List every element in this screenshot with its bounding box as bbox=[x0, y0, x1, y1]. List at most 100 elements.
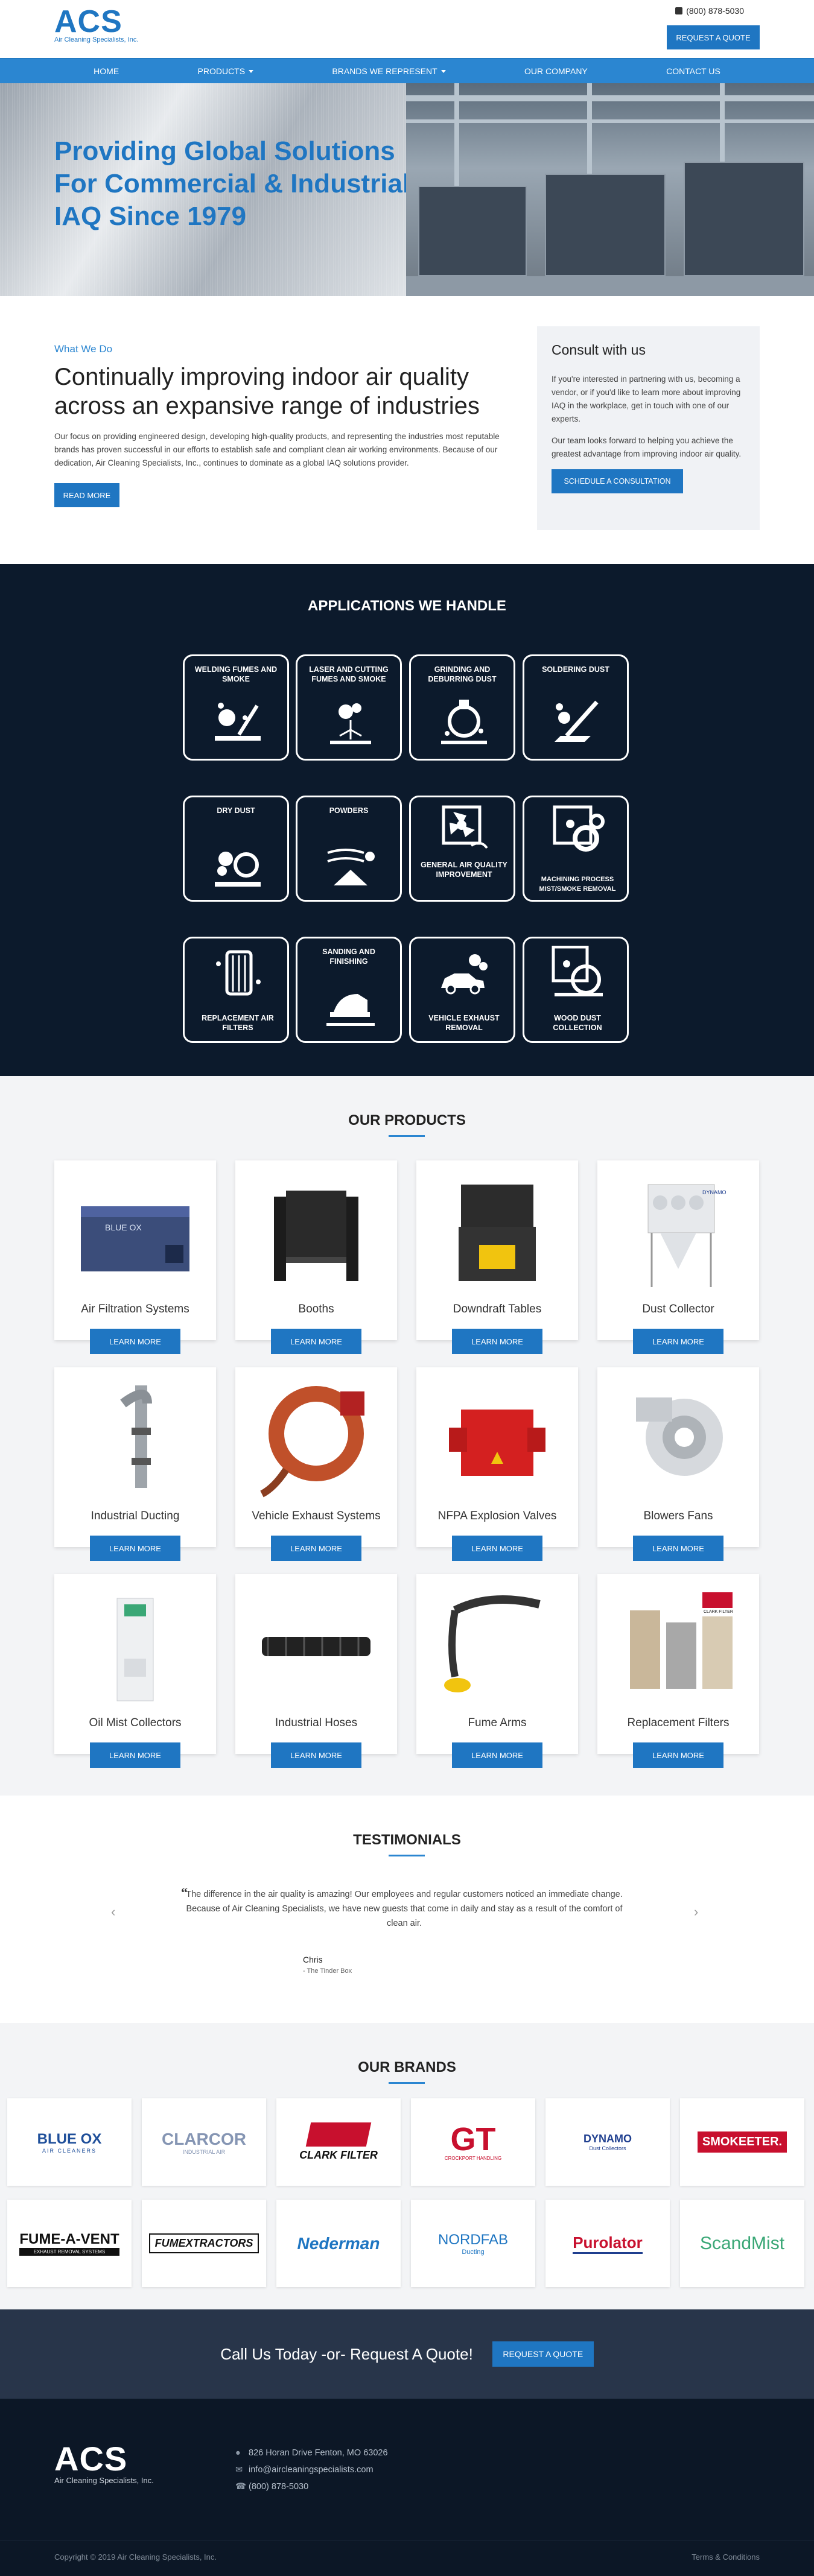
main-nav: HOME PRODUCTS BRANDS WE REPRESENT OUR CO… bbox=[0, 58, 814, 83]
brand-logo-clarcor[interactable]: CLARCOR INDUSTRIAL AIR bbox=[142, 2098, 266, 2186]
terms-link[interactable]: Terms & Conditions bbox=[692, 2552, 760, 2562]
product-card[interactable]: Industrial Ducting LEARN MORE bbox=[54, 1367, 216, 1561]
product-name: Dust Collector bbox=[642, 1303, 714, 1315]
footer-bottom-bar: Copyright © 2019 Air Cleaning Specialist… bbox=[0, 2540, 814, 2576]
brand-logo-mark: GT bbox=[450, 2121, 496, 2157]
brand-logo-nordfab[interactable]: NORDFAB Ducting bbox=[411, 2200, 535, 2287]
powders-icon bbox=[327, 849, 375, 885]
brand-name: BLUE OX bbox=[37, 2130, 102, 2147]
nav-item-products[interactable]: PRODUCTS bbox=[198, 66, 254, 76]
grinding-icon bbox=[441, 700, 487, 744]
app-tile-label: WELDING FUMES AND SMOKE bbox=[194, 665, 278, 683]
brand-name: FUME-A-VENT bbox=[19, 2231, 119, 2247]
nav-item-label: PRODUCTS bbox=[197, 66, 246, 76]
brand-logo-smokeeter[interactable]: SMOKEETER. bbox=[680, 2098, 804, 2186]
brand-logo-fume-a-vent[interactable]: FUME-A-VENT EXHAUST REMOVAL SYSTEMS bbox=[7, 2200, 132, 2287]
footer-phone[interactable]: (800) 878-5030 bbox=[249, 2482, 308, 2492]
learn-more-button[interactable]: LEARN MORE bbox=[452, 1329, 542, 1354]
app-tile-label: GENERAL AIR QUALITY IMPROVEMENT bbox=[421, 861, 507, 879]
request-quote-button[interactable]: REQUEST A QUOTE bbox=[667, 25, 760, 49]
schedule-consultation-button[interactable]: SCHEDULE A CONSULTATION bbox=[552, 469, 683, 493]
consult-paragraph: If you're interested in partnering with … bbox=[552, 375, 741, 423]
app-tile-replacement-filters[interactable]: REPLACEMENT AIR FILTERS bbox=[183, 937, 289, 1043]
product-card[interactable]: Blowers Fans LEARN MORE bbox=[597, 1367, 759, 1561]
brand-logo-blue-ox[interactable]: BLUE OX AIR CLEANERS bbox=[7, 2098, 132, 2186]
learn-more-button[interactable]: LEARN MORE bbox=[90, 1536, 180, 1561]
app-tile-label: SANDING AND FINISHING bbox=[322, 948, 375, 966]
app-tile-soldering[interactable]: SOLDERING DUST bbox=[523, 654, 629, 761]
gears-icon bbox=[553, 805, 605, 852]
product-image bbox=[636, 1397, 723, 1476]
footer-logo[interactable]: ACS Air Cleaning Specialists, Inc. bbox=[54, 2442, 154, 2486]
brand-logo-crockport[interactable]: GT CROCKPORT HANDLING bbox=[411, 2098, 535, 2186]
brand-logo-scandmist[interactable]: ScandMist bbox=[680, 2200, 804, 2287]
copyright: Copyright © 2019 Air Cleaning Specialist… bbox=[54, 2552, 217, 2562]
brand-name: FUMEXTRACTORS bbox=[148, 2233, 259, 2253]
learn-more-button[interactable]: LEARN MORE bbox=[271, 1742, 361, 1768]
nav-item-our-company[interactable]: OUR COMPANY bbox=[524, 66, 588, 76]
brand-logo-purolator[interactable]: Purolator bbox=[545, 2200, 670, 2287]
app-tile-vehicle-exhaust[interactable]: VEHICLE EXHAUST REMOVAL bbox=[409, 937, 515, 1043]
map-pin-icon: ● bbox=[235, 2448, 241, 2458]
car-icon bbox=[441, 954, 488, 995]
learn-more-button[interactable]: LEARN MORE bbox=[633, 1329, 723, 1354]
product-card[interactable]: DYNAMO Dust Collector LEARN MORE bbox=[597, 1160, 759, 1354]
app-tile-powders[interactable]: POWDERS bbox=[296, 796, 402, 902]
app-tile-machining[interactable]: MACHINING PROCESS MIST/SMOKE REMOVAL bbox=[523, 796, 629, 902]
app-tile-sanding[interactable]: SANDING AND FINISHING bbox=[296, 937, 402, 1043]
footer-email[interactable]: info@aircleaningspecialists.com bbox=[249, 2465, 374, 2475]
product-card[interactable]: Booths LEARN MORE bbox=[235, 1160, 397, 1354]
app-tile-grinding[interactable]: GRINDING AND DEBURRING DUST bbox=[409, 654, 515, 761]
caret-down-icon bbox=[249, 69, 254, 73]
app-tile-wood-dust[interactable]: WOOD DUST COLLECTION bbox=[523, 937, 629, 1043]
product-name: Fume Arms bbox=[468, 1717, 527, 1729]
app-tile-laser-cutting[interactable]: LASER AND CUTTING FUMES AND SMOKE bbox=[296, 654, 402, 761]
product-card[interactable]: BLUE OX Air Filtration Systems LEARN MOR… bbox=[54, 1160, 216, 1354]
learn-more-button[interactable]: LEARN MORE bbox=[452, 1536, 542, 1561]
chevron-right-icon[interactable]: › bbox=[694, 1904, 698, 1920]
chevron-left-icon[interactable]: ‹ bbox=[111, 1904, 115, 1920]
learn-more-button[interactable]: LEARN MORE bbox=[271, 1329, 361, 1354]
header-phone[interactable]: (800) 878-5030 bbox=[675, 6, 744, 16]
product-card[interactable]: NFPA Explosion Valves LEARN MORE bbox=[416, 1367, 578, 1561]
app-tile-label: REPLACEMENT AIR FILTERS bbox=[202, 1014, 274, 1032]
product-card[interactable]: CLARK FILTER Replacement Filters LEARN M… bbox=[597, 1574, 759, 1768]
learn-more-button[interactable]: LEARN MORE bbox=[452, 1742, 542, 1768]
app-tile-welding[interactable]: WELDING FUMES AND SMOKE bbox=[183, 654, 289, 761]
learn-more-button[interactable]: LEARN MORE bbox=[271, 1536, 361, 1561]
learn-more-button[interactable]: LEARN MORE bbox=[633, 1742, 723, 1768]
learn-more-button[interactable]: LEARN MORE bbox=[633, 1536, 723, 1561]
logo-subtitle: Air Cleaning Specialists, Inc. bbox=[54, 36, 139, 43]
app-tile-general-aq[interactable]: GENERAL AIR QUALITY IMPROVEMENT bbox=[409, 796, 515, 902]
testimonial-author: Chris bbox=[303, 1955, 323, 1964]
product-image-label: CLARK FILTER bbox=[704, 1610, 733, 1614]
brand-logo-nederman[interactable]: Nederman bbox=[276, 2200, 401, 2287]
product-card[interactable]: Downdraft Tables LEARN MORE bbox=[416, 1160, 578, 1354]
nav-item-home[interactable]: HOME bbox=[94, 66, 119, 76]
app-tile-dry-dust[interactable]: DRY DUST bbox=[183, 796, 289, 902]
product-card[interactable]: Fume Arms LEARN MORE bbox=[416, 1574, 578, 1768]
app-tile-label: GRINDING AND DEBURRING DUST bbox=[428, 665, 497, 683]
consult-paragraph: Our team looks forward to helping you ac… bbox=[552, 436, 742, 458]
learn-more-button[interactable]: LEARN MORE bbox=[90, 1329, 180, 1354]
read-more-button[interactable]: READ MORE bbox=[54, 483, 119, 507]
intro-heading: Continually improving indoor air quality… bbox=[54, 364, 480, 419]
mail-icon: ✉ bbox=[235, 2465, 243, 2475]
product-card[interactable]: Vehicle Exhaust Systems LEARN MORE bbox=[235, 1367, 397, 1561]
nav-item-contact[interactable]: CONTACT US bbox=[666, 66, 720, 76]
brand-name: CLARCOR bbox=[162, 2129, 246, 2148]
site-logo[interactable]: ACS Air Cleaning Specialists, Inc. bbox=[54, 6, 138, 43]
product-card[interactable]: Industrial Hoses LEARN MORE bbox=[235, 1574, 397, 1768]
brand-name: ScandMist bbox=[699, 2233, 785, 2253]
nav-item-brands[interactable]: BRANDS WE REPRESENT bbox=[332, 66, 446, 76]
cta-banner: Call Us Today -or- Request A Quote! REQU… bbox=[0, 2309, 814, 2399]
brand-logo-dynamo[interactable]: DYNAMO Dust Collectors bbox=[545, 2098, 670, 2186]
brand-logo-clark-filter[interactable]: CLARK FILTER bbox=[276, 2098, 401, 2186]
product-card[interactable]: Oil Mist Collectors LEARN MORE bbox=[54, 1574, 216, 1768]
cta-quote-button[interactable]: REQUEST A QUOTE bbox=[492, 2341, 594, 2367]
learn-more-button[interactable]: LEARN MORE bbox=[90, 1742, 180, 1768]
brand-logo-fumextractors[interactable]: FUMEXTRACTORS bbox=[142, 2200, 266, 2287]
product-image bbox=[444, 1595, 541, 1692]
footer-contact: ● 826 Horan Drive Fenton, MO 63026 ✉ info@… bbox=[235, 2445, 388, 2495]
product-image: BLUE OX bbox=[81, 1206, 189, 1271]
